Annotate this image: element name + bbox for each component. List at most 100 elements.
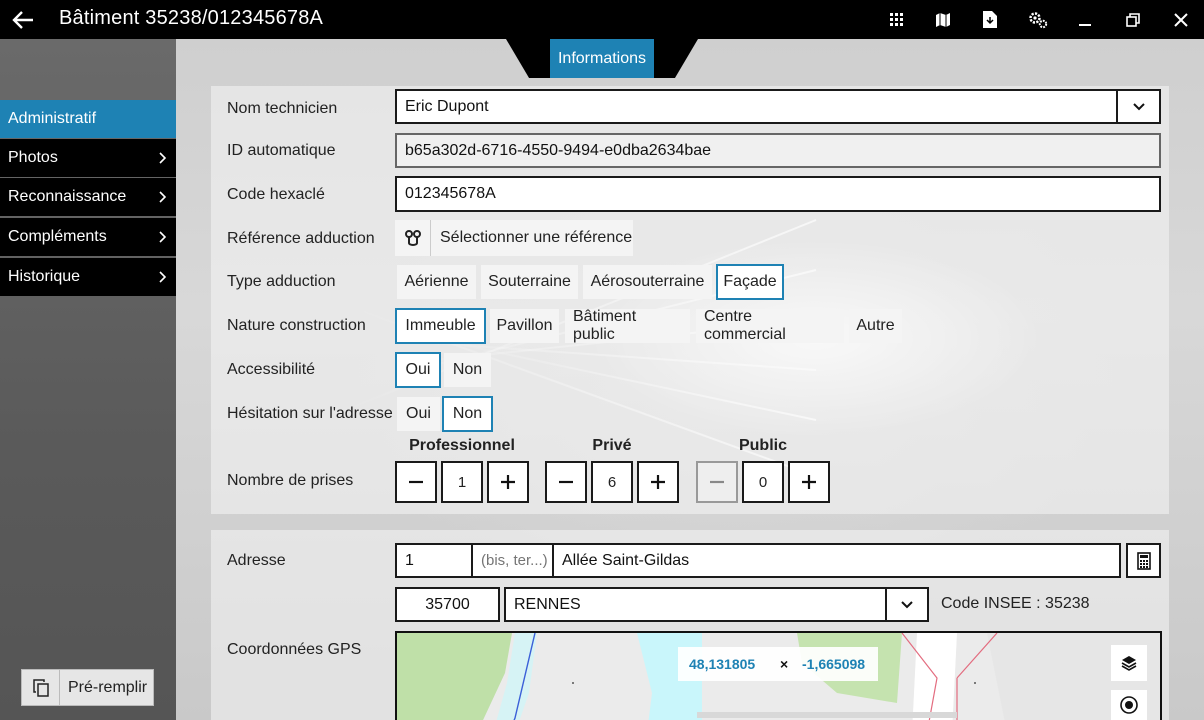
map-locate-button[interactable] [1111,690,1147,720]
gps-longitude: -1,665098 [802,656,866,672]
construction-label: Nature construction [227,317,366,334]
pins-icon [395,220,431,256]
plus-icon [501,475,515,489]
plus-icon [651,475,665,489]
minus-icon [559,480,573,484]
professional-count[interactable]: 1 [441,461,483,503]
private-increment-button[interactable] [637,461,679,503]
calculator-button[interactable] [1126,543,1161,578]
map-layers-button[interactable] [1111,645,1147,681]
option-batiment-public[interactable]: Bâtiment public [565,308,690,343]
reference-label: Référence adduction [227,230,375,247]
copy-icon [22,670,60,705]
public-decrement-button[interactable] [696,461,738,503]
file-download-icon [983,11,997,28]
plus-icon [802,475,816,489]
option-immeuble[interactable]: Immeuble [395,308,486,344]
private-decrement-button[interactable] [545,461,587,503]
minus-icon [710,480,724,484]
gps-readout: 48,131805 × -1,665098 [678,647,878,681]
sidebar-item-label: Reconnaissance [8,188,127,205]
outlets-group-private: Privé [592,437,632,454]
option-aerosouterraine[interactable]: Aérosouterraine [583,265,712,299]
auto-id-label: ID automatique [227,142,336,159]
adduction-type-label: Type adduction [227,273,336,290]
gears-icon [1029,11,1048,28]
option-souterraine[interactable]: Souterraine [481,265,578,299]
chevron-right-icon [159,271,167,283]
accessibility-no[interactable]: Non [444,353,491,387]
option-autre[interactable]: Autre [849,309,902,343]
hexacle-label: Code hexaclé [227,186,325,203]
public-increment-button[interactable] [788,461,830,503]
select-reference-label: Sélectionner une référence [440,229,633,246]
technician-dropdown-button[interactable] [1116,89,1161,124]
map-icon [936,12,950,27]
window-title: Bâtiment 35238/012345678A [59,7,324,29]
street-number-field[interactable]: 1 [395,543,473,578]
private-count[interactable]: 6 [591,461,633,503]
hesitation-no[interactable]: Non [442,396,493,432]
select-reference-button[interactable]: Sélectionner une référence [395,220,633,256]
street-name-field[interactable]: Allée Saint-Gildas [552,543,1121,578]
chevron-right-icon [159,191,167,203]
back-button[interactable] [0,0,46,39]
outlets-label: Nombre de prises [227,472,354,489]
professional-increment-button[interactable] [487,461,529,503]
close-button[interactable] [1158,0,1204,39]
minimize-icon [1079,23,1091,26]
gps-label: Coordonnées GPS [227,641,362,658]
hexacle-field[interactable]: 012345678A [395,176,1161,212]
arrow-left-icon [12,10,33,29]
outlets-group-public: Public [738,437,787,454]
chevron-down-icon [1132,102,1145,110]
hesitation-label: Hésitation sur l'adresse [227,405,393,422]
restore-icon [1126,12,1140,27]
hesitation-yes[interactable]: Oui [397,397,440,431]
gps-latitude: 48,131805 [689,656,756,672]
target-icon [1120,696,1138,714]
insee-code: Code INSEE : 35238 [941,595,1090,612]
settings-button[interactable] [1015,0,1061,39]
restore-button[interactable] [1110,0,1156,39]
layers-icon [1121,656,1137,671]
sidebar-item-historique[interactable]: Historique [0,258,176,296]
street-suffix-field[interactable] [471,543,554,578]
option-pavillon[interactable]: Pavillon [490,309,559,343]
grid-icon [890,12,903,26]
technician-field[interactable]: Eric Dupont [395,89,1119,124]
sidebar-item-label: Compléments [8,228,107,245]
outlets-group-professional: Professionnel [409,437,515,454]
auto-id-field: b65a302d-6716-4550-9494-e0dba2634bae [395,133,1161,168]
chevron-right-icon [159,231,167,243]
city-field[interactable]: RENNES [504,587,887,622]
option-facade[interactable]: Façade [716,264,784,300]
prefill-label: Pré-remplir [68,678,148,696]
sidebar-item-reconnaissance[interactable]: Reconnaissance [0,178,176,216]
tab-informations[interactable]: Informations [550,39,654,78]
option-centre-commercial[interactable]: Centre commercial [696,308,844,343]
postcode-field[interactable]: 35700 [395,587,500,622]
sidebar-item-label: Historique [8,268,81,285]
calculator-icon [1136,551,1151,570]
chevron-down-icon [901,600,913,608]
sidebar-item-photos[interactable]: Photos [0,139,176,177]
accessibility-yes[interactable]: Oui [395,352,441,388]
professional-decrement-button[interactable] [395,461,437,503]
technician-label: Nom technicien [227,100,338,117]
grid-button[interactable] [874,0,920,39]
prefill-button[interactable]: Pré-remplir [21,669,154,706]
accessibility-label: Accessibilité [227,361,316,378]
map-button[interactable] [920,0,966,39]
sidebar-item-administratif[interactable]: Administratif [0,100,195,138]
document-button[interactable] [967,0,1013,39]
minimize-button[interactable] [1062,0,1108,39]
sidebar-item-label: Photos [8,149,58,166]
gps-separator: × [780,656,789,672]
chevron-right-icon [159,152,167,164]
city-dropdown-button[interactable] [885,587,929,622]
option-aerienne[interactable]: Aérienne [397,265,476,299]
sidebar-item-label: Administratif [8,110,97,127]
public-count[interactable]: 0 [742,461,784,503]
sidebar-item-complements[interactable]: Compléments [0,218,176,256]
